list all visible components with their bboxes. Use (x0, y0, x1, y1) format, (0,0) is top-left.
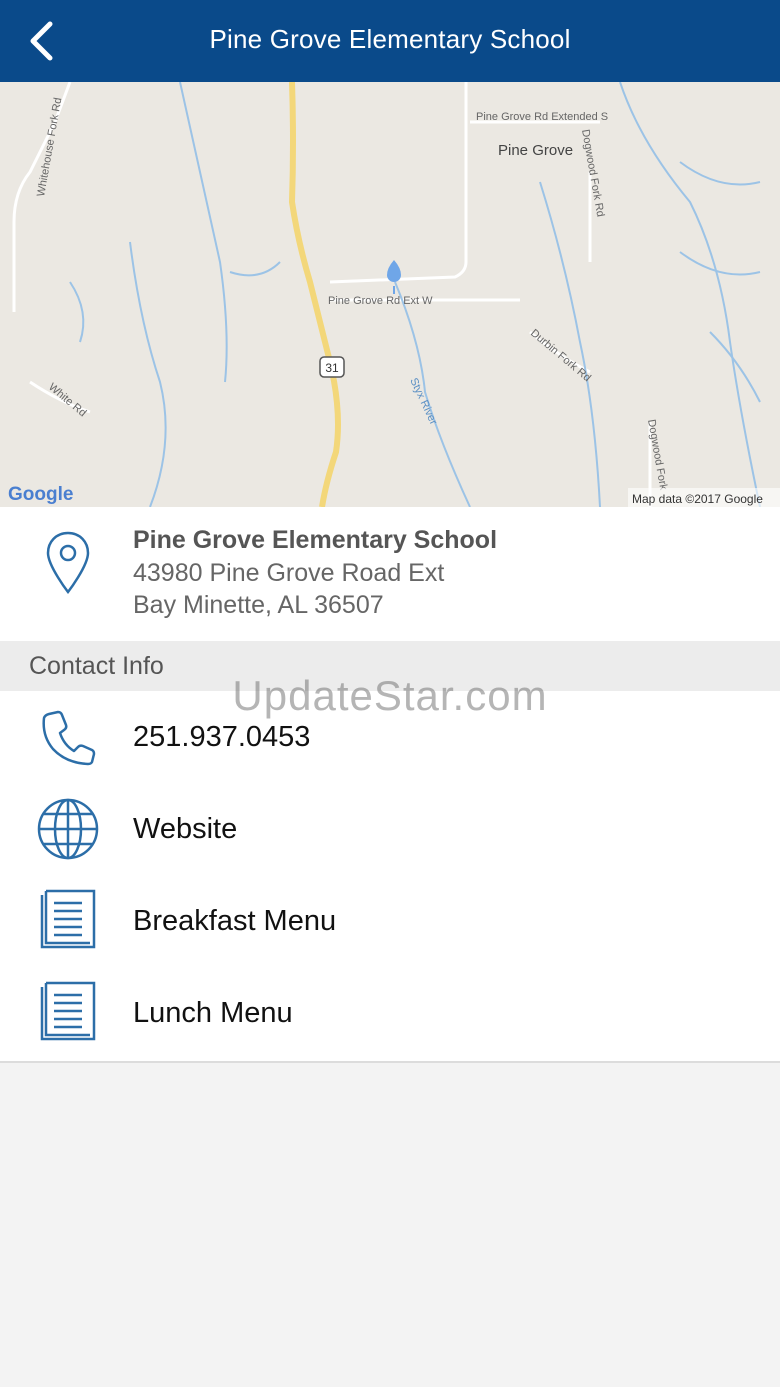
location-name: Pine Grove Elementary School (133, 526, 498, 554)
address-line-1: 43980 Pine Grove Road Ext (133, 559, 445, 587)
lunch-menu-row[interactable]: Lunch Menu (0, 967, 780, 1059)
map-attribution: Map data ©2017 Google (632, 492, 763, 506)
website-link: Website (133, 813, 238, 845)
contact-list: 251.937.0453 Website Breakfast Menu Lunc… (0, 691, 780, 1063)
map-view[interactable]: 31 Whitehouse Fork Rd Pine Grove Rd Exte… (0, 82, 780, 507)
breakfast-menu-label: Breakfast Menu (133, 905, 337, 937)
website-row[interactable]: Website (0, 783, 780, 875)
page-title: Pine Grove Elementary School (209, 24, 571, 54)
map-label-pine-grove-rd-ext-w: Pine Grove Rd Ext W (328, 295, 433, 307)
app-header: Pine Grove Elementary School (0, 0, 780, 82)
map-label-pine-grove-rd-ext-s: Pine Grove Rd Extended S (476, 111, 608, 123)
document-icon (40, 889, 96, 949)
phone-number: 251.937.0453 (133, 721, 311, 753)
globe-icon (37, 798, 99, 860)
address-line-2: Bay Minette, AL 36507 (133, 591, 384, 619)
map-pin-icon (46, 531, 90, 595)
google-logo: Google (8, 484, 73, 505)
route-31-label: 31 (325, 361, 339, 375)
map-label-pine-grove: Pine Grove (498, 142, 573, 159)
document-icon (40, 981, 96, 1041)
lunch-menu-label: Lunch Menu (133, 997, 293, 1029)
breakfast-menu-row[interactable]: Breakfast Menu (0, 875, 780, 967)
watermark: UpdateStar.com (232, 672, 548, 719)
